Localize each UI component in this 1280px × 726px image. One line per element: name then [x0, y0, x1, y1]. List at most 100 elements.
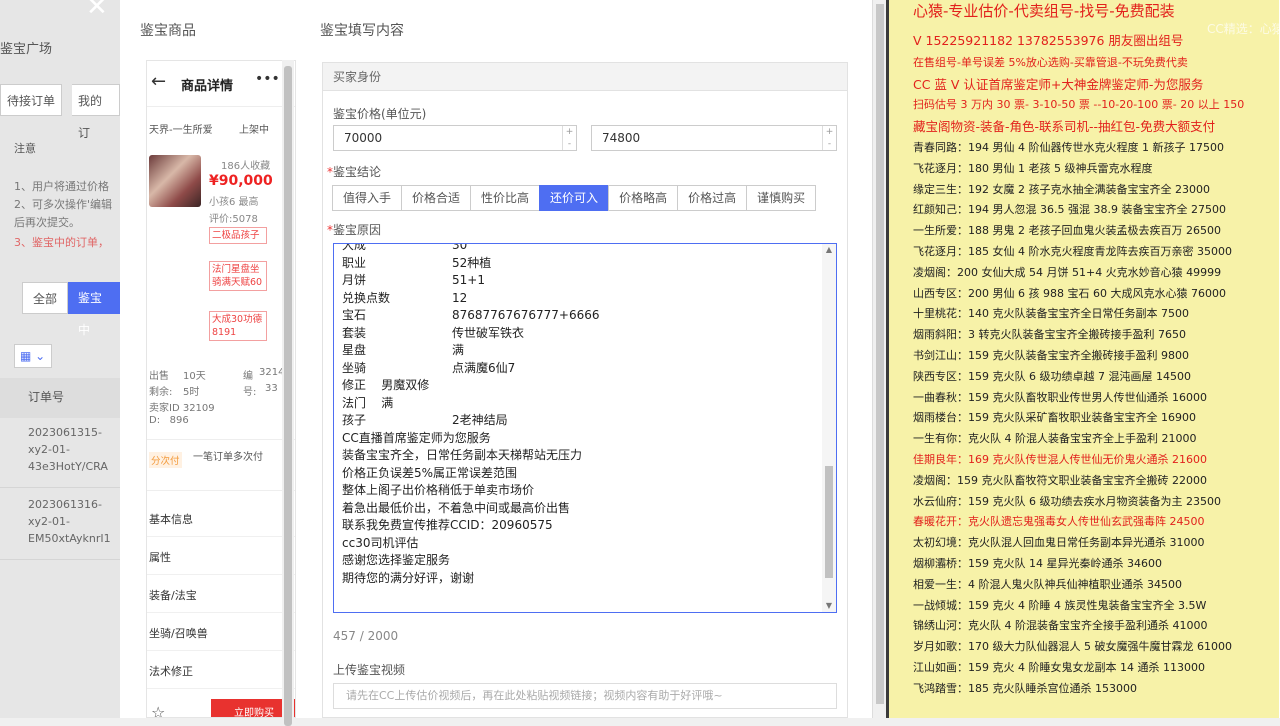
advert-header: 心猿-专业估价-代卖组号-找号-免费配装: [913, 2, 1175, 20]
section-equipment[interactable]: 装备/法宝 ›: [147, 575, 295, 613]
price-label: 鉴宝价格(单位元): [333, 107, 427, 121]
reason-line: 孩子 2老神结局: [342, 413, 508, 427]
section-label: 属性: [149, 551, 171, 564]
listing-item: 书剑江山：159 克火队装备宝宝齐全搬砖接手盈利 9800: [913, 349, 1189, 362]
page-scrollbar[interactable]: [872, 0, 886, 718]
listing-item: 陕西专区：159 克火队 6 级功绩卓越 7 混沌画屋 14500: [913, 369, 1191, 383]
advert-line: CC 蓝 V 认证首席鉴定师+大神金牌鉴定师-为您服务: [913, 77, 1204, 92]
preview-title: 商品详情: [181, 79, 234, 94]
conclusion-option[interactable]: 价格略高: [608, 185, 679, 211]
price-min-input[interactable]: 70000 + -: [333, 125, 577, 151]
section-spell-correction[interactable]: 法术修正 ›: [147, 651, 295, 689]
listing-item: 烟柳灞桥：159 克火队 14 星异光秦岭通杀 34600: [913, 557, 1162, 570]
price-max-input[interactable]: 74800 + -: [591, 125, 837, 151]
reason-line: 坐骑 点满魔6仙7: [342, 360, 516, 375]
advert-contact: V 15225921182 13782553976 朋友圈出组号: [913, 33, 1184, 48]
stepper-icon[interactable]: + -: [822, 126, 836, 150]
stat-value: 33: [265, 383, 278, 394]
installment-row[interactable]: 分次付 一笔订单多次付 ›: [147, 439, 295, 491]
order-id-line: 2023061315-: [28, 426, 102, 439]
listing-item: 飞鸿踏雪：185 克火队睡杀宫位通杀 153000: [913, 681, 1137, 695]
seller-id: 卖家ID 32109: [149, 403, 215, 414]
section-basic-info[interactable]: 基本信息 ›: [147, 499, 295, 537]
reason-line: 价格正负误差5%属正常误差范围: [342, 465, 518, 480]
listing-item: 江山如画：159 克火 4 阶睡女鬼女龙副本 14 通杀 113000: [913, 661, 1205, 674]
stat-label: 剩余:: [149, 387, 173, 398]
section-label: 基本信息: [149, 513, 193, 526]
char-count: 457 / 2000: [333, 629, 399, 643]
order-id-line: xy2-01-: [28, 515, 70, 528]
conclusion-option-selected[interactable]: 还价可入: [539, 185, 610, 211]
stat-label: 号:: [243, 387, 257, 398]
close-icon[interactable]: ✕: [86, 0, 108, 22]
note-title: 注意: [14, 142, 36, 155]
price-max-value: 74800: [602, 131, 641, 145]
more-icon[interactable]: •••: [255, 71, 280, 87]
conclusion-label: *鉴宝结论: [327, 165, 382, 179]
conclusion-option[interactable]: 价格过高: [677, 185, 748, 211]
listing-item: 十里桃花：140 克火队装备宝宝齐全日常任务副本 7500: [913, 307, 1189, 321]
video-link-input[interactable]: 请先在CC上传估价视频后，再在此处粘贴视频链接；视频内容有助于好评哦~: [333, 683, 837, 709]
section-mounts-pets[interactable]: 坐骑/召唤兽 ›: [147, 613, 295, 651]
listing-item: 山西专区：200 男仙 6 孩 988 宝石 60 大成风克水心猿 76000: [913, 286, 1226, 300]
conclusion-option[interactable]: 价格合适: [401, 185, 472, 211]
listing-item: 相爱一生：4 阶混人鬼火队神兵仙神植职业通杀 34500: [913, 577, 1182, 591]
grid-icon[interactable]: ▦ ⌄: [14, 344, 52, 368]
conclusion-option[interactable]: 值得入手: [332, 185, 403, 211]
section-title: 买家身份: [323, 63, 847, 91]
table-row[interactable]: 2023061316- xy2-01- EM50xtAyknrI1: [0, 490, 120, 560]
price-min-value: 70000: [344, 131, 383, 145]
order-id-line: EM50xtAyknrI1: [28, 532, 111, 545]
listing-item: 佳期良年：169 克火队传世混人传世仙无价鬼火通杀 21600: [913, 453, 1207, 466]
page-title: 鉴宝广场: [0, 42, 53, 57]
filter-in-progress-button[interactable]: 鉴宝中: [68, 282, 120, 337]
listing-item: 红颜知己：194 男人忽混 36.5 强混 38.9 装备宝宝齐全 27500: [913, 203, 1226, 217]
tab-pending-orders[interactable]: 待接订单: [0, 84, 63, 116]
tab-my-orders[interactable]: 我的订: [72, 84, 120, 140]
filter-all-button[interactable]: 全部: [22, 282, 69, 314]
product-preview: ← 商品详情 ••• 天界-一生所爱 上架中 186人收藏 ¥90,000 小孩…: [146, 60, 296, 718]
stepper-icon[interactable]: + -: [562, 126, 576, 150]
reason-line: 装备宝宝齐全，日常任务副本天梯帮站无压力: [342, 448, 583, 462]
listing-item: 一生所爱：188 男鬼 2 老孩子回血鬼火装孟极去疾百万 26500: [913, 224, 1221, 238]
reason-text: 大成 30 职业 52种植 月饼 51+1 兑换点数 12 宝石 87687767676777+6…: [342, 243, 822, 587]
d-value: D: 896: [149, 415, 189, 426]
textarea-scrollbar[interactable]: ▲ ▼: [822, 244, 836, 612]
appraisal-modal: 鉴宝商品 鉴宝填写内容 ← 商品详情 ••• 天界-一生所爱 上架中 186人收…: [120, 0, 886, 726]
advert-line: 扫码估号 3 万内 30 票- 3-10-50 票 --10-20-100 票-…: [913, 98, 1245, 111]
section-label: 装备/法宝: [149, 589, 197, 602]
reason-line: 大成 30: [342, 243, 468, 252]
listing-item: 春暖花开：克火队遗忘鬼强毒女人传世仙玄武强毒阵 24500: [913, 515, 1205, 529]
tag-badge: 法门星盘坐骑满天赋60: [209, 261, 267, 291]
listing-item: 飞花逐月：185 女仙 4 阶水克火程度青龙阵去疾百万亲密 35000: [913, 245, 1232, 258]
conclusion-option[interactable]: 性价比高: [470, 185, 541, 211]
modal-right-title: 鉴宝填写内容: [320, 23, 404, 39]
table-header: 订单号: [0, 378, 120, 418]
reason-line: 月饼 51+1: [342, 273, 485, 287]
advert-panel: 心猿-专业估价-代卖组号-找号-免费配装 V 15225921182 13782…: [886, 0, 1280, 718]
listing-item: 一战倾城：159 克火 4 阶睡 4 族灵性鬼装备宝宝齐全 3.5W: [913, 598, 1207, 612]
reason-textarea[interactable]: 大成 30 职业 52种植 月饼 51+1 兑换点数 12 宝石 87687767676777+6…: [333, 243, 837, 613]
listing-item: 青春同路：194 男仙 4 阶仙器传世水克火程度 1 新孩子 17500: [913, 141, 1224, 154]
listing-item: 凌烟阁：159 克火队畜牧符文职业装备宝宝齐全搬砖 22000: [913, 473, 1207, 487]
listing-item: 烟雨楼台：159 克火队采矿畜牧职业装备宝宝齐全 16900: [913, 411, 1196, 425]
order-id-line: 2023061316-: [28, 498, 102, 511]
listing-item: 水云仙府：159 克火队 6 级功绩去疾水月物资装备为主 23500: [913, 494, 1221, 508]
reason-line: 着急出最低价出，不着急中间或最高价出售: [342, 500, 571, 515]
preview-scrollbar[interactable]: [282, 60, 294, 726]
background-page: 鉴宝广场 待接订单 我的订 注意 1、用户将通过价格 2、可多次操作'编辑 后再…: [0, 0, 120, 718]
back-arrow-icon[interactable]: ←: [151, 71, 166, 92]
section-attributes[interactable]: 属性 ›: [147, 537, 295, 575]
star-icon[interactable]: ☆: [151, 703, 165, 717]
reason-line: 职业 52种植: [342, 255, 492, 270]
listing-item: 一生有你：克火队 4 阶混人装备宝宝齐全上手盈利 21000: [913, 432, 1197, 446]
reason-line: 套装 传世破军铁衣: [342, 325, 525, 340]
tag-badge: 大成30功德8191: [209, 311, 267, 341]
table-row[interactable]: 2023061315- xy2-01- 43e3HotY/CRA: [0, 418, 120, 488]
stat-label: 出售: [149, 371, 169, 382]
appraisal-form: 买家身份 鉴宝价格(单位元) 70000 + - 74800 + - *鉴宝结论 值…: [322, 62, 848, 718]
conclusion-option[interactable]: 谨慎购买: [746, 185, 817, 211]
listing-item: 凌烟阁：200 女仙大成 54 月饼 51+4 火克水妙音心猿 49999: [913, 265, 1222, 279]
reason-line: 法门 满: [342, 395, 394, 410]
favorites-count: 186人收藏: [221, 161, 271, 172]
